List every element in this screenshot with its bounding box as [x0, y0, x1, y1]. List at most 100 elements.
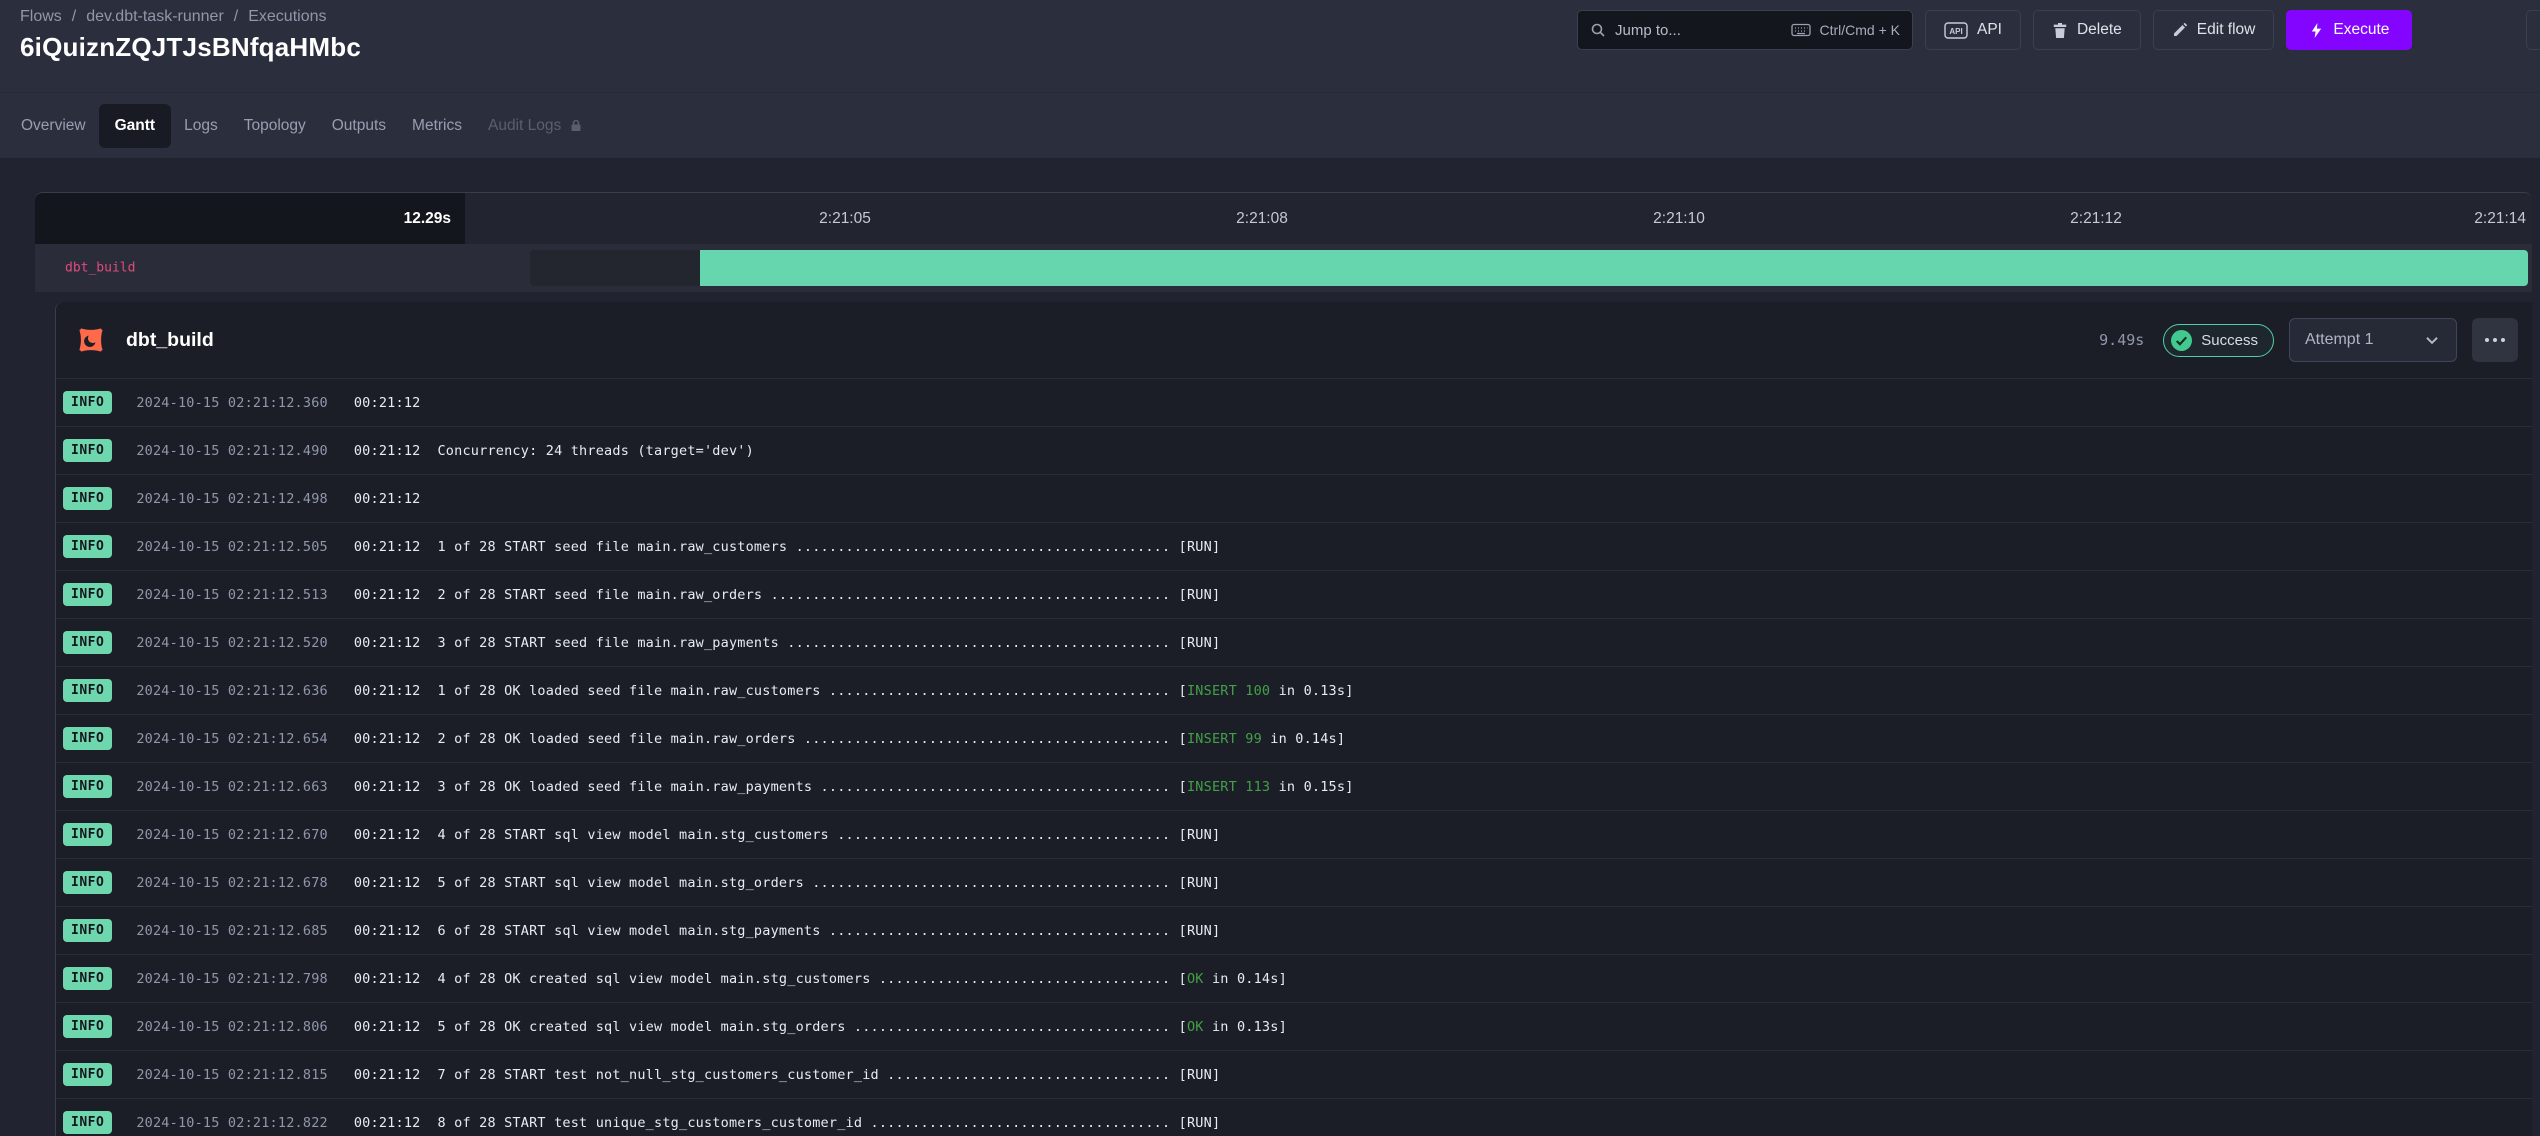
- log-status-highlight: INSERT 113: [1187, 779, 1270, 795]
- jump-to-search[interactable]: Ctrl/Cmd + K: [1577, 10, 1913, 50]
- timeline-tick: 2:21:14: [2474, 193, 2526, 245]
- execute-button[interactable]: Execute: [2286, 10, 2412, 50]
- search-input[interactable]: [1615, 22, 1735, 39]
- log-clock: 00:21:12: [354, 635, 421, 651]
- log-status-highlight: INSERT 100: [1187, 683, 1270, 699]
- log-clock: 00:21:12: [354, 971, 421, 987]
- log-timestamp: 2024-10-15 02:21:12.498: [136, 491, 328, 507]
- log-list: INFO 2024-10-15 02:21:12.360 00:21:12 IN…: [56, 378, 2532, 1136]
- log-level-badge: INFO: [63, 391, 112, 414]
- log-message: 3 of 28 START seed file main.raw_payment…: [437, 635, 1220, 651]
- gantt-task-label: dbt_build: [65, 261, 135, 276]
- log-level-badge: INFO: [63, 871, 112, 894]
- api-button[interactable]: API API: [1925, 10, 2021, 50]
- dbt-logo-icon: [72, 321, 110, 359]
- log-clock: 00:21:12: [354, 1019, 421, 1035]
- log-timestamp: 2024-10-15 02:21:12.520: [136, 635, 328, 651]
- shortcut-label: Ctrl/Cmd + K: [1819, 22, 1900, 38]
- log-message: 2 of 28 OK loaded seed file main.raw_ord…: [437, 731, 1345, 747]
- log-row: INFO 2024-10-15 02:21:12.513 00:21:12 2 …: [56, 570, 2532, 618]
- log-message: 1 of 28 OK loaded seed file main.raw_cus…: [437, 683, 1353, 699]
- breadcrumb-flow-id[interactable]: dev.dbt-task-runner: [86, 8, 224, 26]
- edit-flow-button-label: Edit flow: [2197, 21, 2256, 39]
- log-timestamp: 2024-10-15 02:21:12.360: [136, 395, 328, 411]
- breadcrumb-separator: /: [72, 8, 76, 26]
- api-icon: API: [1944, 22, 1968, 39]
- help-button[interactable]: ?: [2526, 10, 2540, 50]
- log-row: INFO 2024-10-15 02:21:12.670 00:21:12 4 …: [56, 810, 2532, 858]
- log-timestamp: 2024-10-15 02:21:12.822: [136, 1115, 328, 1131]
- log-status-highlight: OK: [1187, 971, 1204, 987]
- log-clock: 00:21:12: [354, 491, 421, 507]
- log-row: INFO 2024-10-15 02:21:12.490 00:21:12 Co…: [56, 426, 2532, 474]
- trash-icon: [2052, 22, 2068, 39]
- log-timestamp: 2024-10-15 02:21:12.636: [136, 683, 328, 699]
- edit-flow-button[interactable]: Edit flow: [2153, 10, 2275, 50]
- log-row: INFO 2024-10-15 02:21:12.815 00:21:12 7 …: [56, 1050, 2532, 1098]
- log-timestamp: 2024-10-15 02:21:12.678: [136, 875, 328, 891]
- log-clock: 00:21:12: [354, 1115, 421, 1131]
- page-title: 6iQuiznZQJTJsBNfqaHMbc: [20, 32, 361, 63]
- log-timestamp: 2024-10-15 02:21:12.663: [136, 779, 328, 795]
- task-card-actions: 9.49s Success Attempt 1: [2099, 318, 2518, 362]
- log-level-badge: INFO: [63, 919, 112, 942]
- log-message: 6 of 28 START sql view model main.stg_pa…: [437, 923, 1220, 939]
- log-timestamp: 2024-10-15 02:21:12.815: [136, 1067, 328, 1083]
- tab-topology[interactable]: Topology: [231, 104, 319, 148]
- attempt-dropdown[interactable]: Attempt 1: [2289, 318, 2457, 362]
- header-top: Flows / dev.dbt-task-runner / Executions…: [0, 0, 2540, 92]
- task-card-header: dbt_build 9.49s Success Attempt 1: [56, 302, 2532, 378]
- pencil-icon: [2172, 22, 2188, 38]
- breadcrumb: Flows / dev.dbt-task-runner / Executions: [20, 8, 327, 26]
- log-timestamp: 2024-10-15 02:21:12.654: [136, 731, 328, 747]
- log-level-badge: INFO: [63, 487, 112, 510]
- log-status-highlight: OK: [1187, 1019, 1204, 1035]
- svg-text:API: API: [1949, 27, 1962, 36]
- log-message: 8 of 28 START test unique_stg_customers_…: [437, 1115, 1220, 1131]
- log-clock: 00:21:12: [354, 395, 421, 411]
- ellipsis-icon: [2485, 338, 2489, 342]
- log-level-badge: INFO: [63, 583, 112, 606]
- task-duration: 9.49s: [2099, 331, 2144, 349]
- search-icon: [1590, 22, 1606, 38]
- check-circle-icon: [2171, 330, 2192, 351]
- gantt-bar-success[interactable]: [700, 250, 2528, 286]
- log-message: Concurrency: 24 threads (target='dev'): [437, 443, 753, 459]
- log-level-badge: INFO: [63, 775, 112, 798]
- keyboard-shortcut-hint: Ctrl/Cmd + K: [1791, 22, 1900, 38]
- log-timestamp: 2024-10-15 02:21:12.685: [136, 923, 328, 939]
- log-row: INFO 2024-10-15 02:21:12.498 00:21:12: [56, 474, 2532, 522]
- gantt-bar-created[interactable]: [530, 250, 700, 286]
- log-clock: 00:21:12: [354, 683, 421, 699]
- log-row: INFO 2024-10-15 02:21:12.636 00:21:12 1 …: [56, 666, 2532, 714]
- page-header: Flows / dev.dbt-task-runner / Executions…: [0, 0, 2540, 158]
- tab-outputs[interactable]: Outputs: [319, 104, 399, 148]
- log-row: INFO 2024-10-15 02:21:12.806 00:21:12 5 …: [56, 1002, 2532, 1050]
- delete-button[interactable]: Delete: [2033, 10, 2141, 50]
- breadcrumb-executions[interactable]: Executions: [248, 8, 326, 26]
- tab-logs[interactable]: Logs: [171, 104, 231, 148]
- log-timestamp: 2024-10-15 02:21:12.670: [136, 827, 328, 843]
- log-clock: 00:21:12: [354, 827, 421, 843]
- log-level-badge: INFO: [63, 1015, 112, 1038]
- execute-button-label: Execute: [2333, 21, 2389, 39]
- log-clock: 00:21:12: [354, 1067, 421, 1083]
- tab-gantt[interactable]: Gantt: [99, 104, 171, 148]
- log-timestamp: 2024-10-15 02:21:12.505: [136, 539, 328, 555]
- log-level-badge: INFO: [63, 679, 112, 702]
- tab-metrics[interactable]: Metrics: [399, 104, 475, 148]
- tab-overview[interactable]: Overview: [8, 104, 99, 148]
- task-menu-button[interactable]: [2472, 318, 2518, 362]
- log-message: 4 of 28 START sql view model main.stg_cu…: [437, 827, 1220, 843]
- delete-button-label: Delete: [2077, 21, 2122, 39]
- keyboard-icon: [1791, 23, 1811, 37]
- log-timestamp: 2024-10-15 02:21:12.798: [136, 971, 328, 987]
- breadcrumb-flows[interactable]: Flows: [20, 8, 62, 26]
- log-message: 5 of 28 START sql view model main.stg_or…: [437, 875, 1220, 891]
- log-row: INFO 2024-10-15 02:21:12.505 00:21:12 1 …: [56, 522, 2532, 570]
- gantt-row-dbt-build[interactable]: dbt_build: [35, 244, 2532, 292]
- status-badge: Success: [2163, 324, 2274, 357]
- breadcrumb-separator: /: [234, 8, 238, 26]
- timeline-tick: 2:21:10: [1653, 193, 1705, 245]
- log-level-badge: INFO: [63, 631, 112, 654]
